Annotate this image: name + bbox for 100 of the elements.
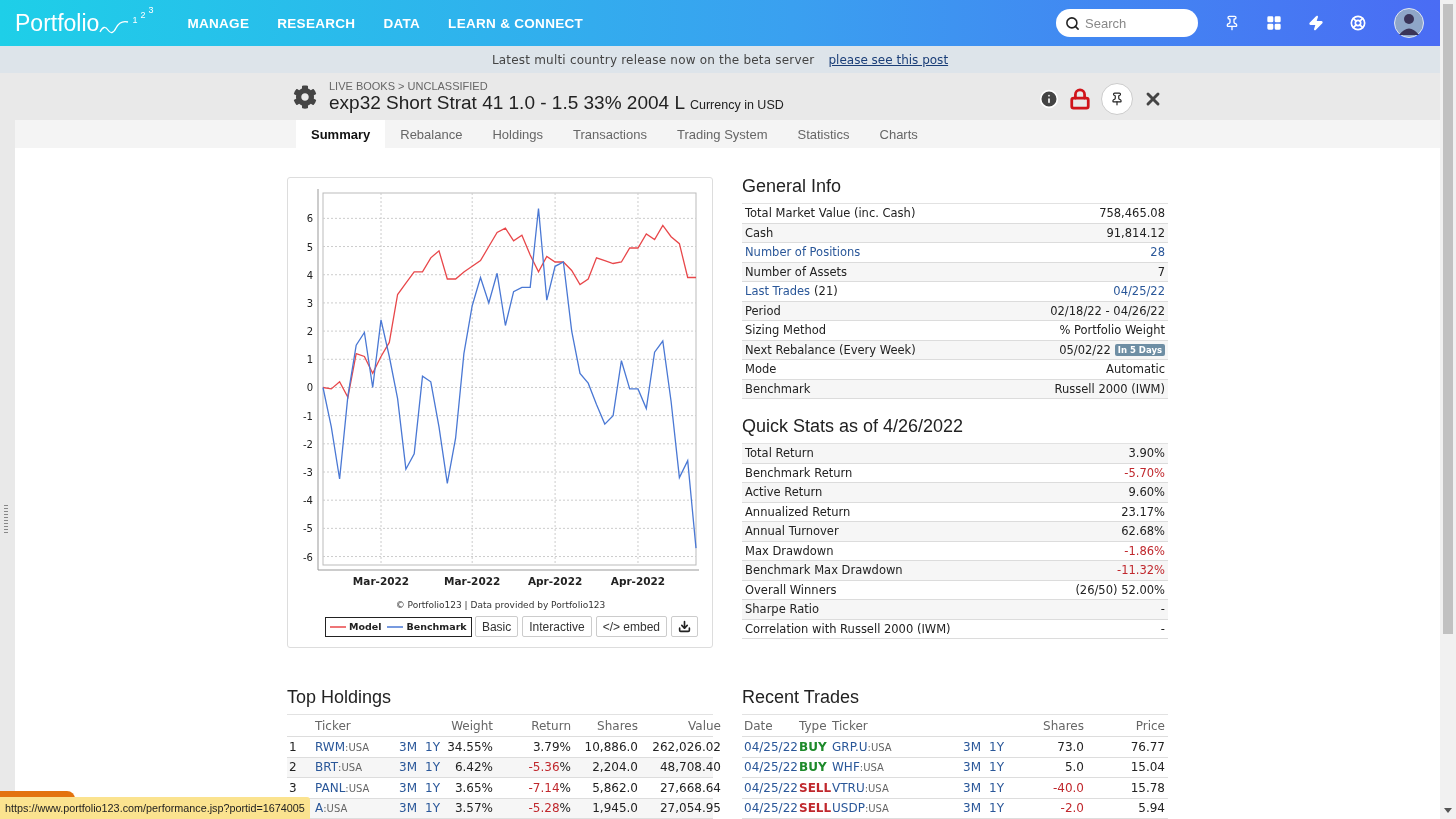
- info-label: Total Market Value (inc. Cash): [745, 206, 916, 221]
- return-value: 3.79: [532, 739, 560, 754]
- period-link[interactable]: 3M: [399, 760, 417, 775]
- trade-date[interactable]: 04/25/22: [744, 780, 799, 795]
- resize-grip[interactable]: [4, 505, 8, 533]
- stat-value: -1.86%: [1124, 543, 1165, 558]
- tab[interactable]: Trading System: [661, 120, 783, 148]
- period-link[interactable]: 3M: [399, 780, 417, 795]
- ticker-link[interactable]: RWM: [315, 739, 346, 754]
- ticker-link[interactable]: USDP: [832, 801, 865, 816]
- period-link[interactable]: 3M: [963, 760, 981, 775]
- download-button[interactable]: [671, 616, 698, 637]
- announcement-link[interactable]: please see this post: [828, 52, 949, 67]
- info-value: 91,814.12: [1106, 225, 1165, 240]
- scrollbar-thumb[interactable]: [1443, 4, 1453, 634]
- settings-icon[interactable]: [293, 84, 317, 109]
- y-axis-label: 2: [306, 326, 313, 338]
- info-value[interactable]: 04/25/22: [1113, 284, 1165, 299]
- info-label: Benchmark: [745, 381, 811, 396]
- ticker-link[interactable]: PANL: [315, 780, 346, 795]
- exchange-label: :USA: [323, 803, 348, 815]
- info-value: Automatic: [1106, 362, 1165, 377]
- info-label: Number of Assets: [745, 264, 848, 279]
- exchange-label: :USA: [338, 762, 363, 774]
- period-link[interactable]: 3M: [963, 739, 981, 754]
- table-cell-text: 262,026.02: [651, 739, 721, 754]
- ticker-link[interactable]: GRP.U: [832, 739, 868, 754]
- tab[interactable]: Holdings: [477, 120, 558, 148]
- chart-button[interactable]: Interactive: [522, 616, 592, 637]
- trade-date[interactable]: 04/25/22: [744, 801, 799, 816]
- trade-date[interactable]: 04/25/22: [744, 760, 799, 775]
- exchange-label: :USA: [859, 762, 884, 774]
- table-cell-text: 10,886.0: [583, 739, 638, 754]
- return-value: -5.36: [528, 760, 560, 775]
- period-link[interactable]: 3M: [963, 780, 981, 795]
- search-icon: [1065, 16, 1080, 31]
- info-label: Sizing Method: [745, 323, 827, 338]
- period-link[interactable]: 1Y: [425, 739, 440, 754]
- stat-label: Total Return: [745, 446, 814, 461]
- ticker-link[interactable]: A: [315, 801, 324, 816]
- ticker-link[interactable]: WHF: [832, 760, 860, 775]
- percent-sign: %: [559, 760, 571, 775]
- scroll-down-icon[interactable]: [1444, 808, 1452, 813]
- period-link[interactable]: 3M: [399, 801, 417, 816]
- pin-icon[interactable]: [1224, 15, 1240, 31]
- period-link[interactable]: 1Y: [989, 780, 1004, 795]
- table-cell-text: 73.0: [1056, 739, 1084, 754]
- trade-type: BUY: [799, 739, 828, 754]
- ticker-link[interactable]: BRT: [315, 760, 339, 775]
- grid-icon[interactable]: [1266, 15, 1282, 31]
- legend-label: Model: [349, 621, 382, 632]
- stat-label: Active Return: [745, 485, 823, 500]
- pin-button[interactable]: [1101, 82, 1133, 115]
- lifebuoy-icon[interactable]: [1350, 15, 1366, 31]
- download-icon: [678, 620, 691, 633]
- stat-value: -: [1160, 602, 1165, 617]
- table-cell-text: 5,862.0: [591, 780, 638, 795]
- y-axis-label: -5: [303, 523, 313, 535]
- lightning-icon[interactable]: [1308, 15, 1324, 31]
- chart-button[interactable]: Basic: [474, 616, 519, 637]
- stat-value: 3.90%: [1128, 446, 1165, 461]
- stat-label: Overall Winners: [745, 582, 837, 597]
- lock-icon[interactable]: [1069, 87, 1091, 110]
- ticker-link[interactable]: VTRU: [832, 780, 865, 795]
- info-value[interactable]: 28: [1150, 245, 1165, 260]
- period-link[interactable]: 1Y: [989, 760, 1004, 775]
- exchange-label: :USA: [864, 782, 889, 794]
- trade-type: SELL: [799, 801, 832, 816]
- info-link[interactable]: Last Trades: [745, 284, 811, 299]
- info-label: Next Rebalance (Every Week): [745, 342, 916, 357]
- period-link[interactable]: 1Y: [425, 801, 440, 816]
- tab[interactable]: Transactions: [558, 120, 662, 148]
- period-link[interactable]: 1Y: [989, 801, 1004, 816]
- tab[interactable]: Statistics: [782, 120, 865, 148]
- period-link[interactable]: 3M: [399, 739, 417, 754]
- chart-button[interactable]: </> embed: [595, 616, 667, 637]
- tab[interactable]: Charts: [864, 120, 933, 148]
- exchange-label: :USA: [345, 741, 370, 753]
- y-axis-label: -6: [303, 551, 313, 563]
- period-link[interactable]: 1Y: [989, 739, 1004, 754]
- column-header: Price: [1134, 718, 1165, 733]
- period-link[interactable]: 1Y: [425, 760, 440, 775]
- table-cell-text: 3.65%: [453, 780, 493, 795]
- trade-date[interactable]: 04/25/22: [744, 739, 799, 754]
- info-link[interactable]: Number of Positions: [745, 245, 861, 260]
- x-axis-label: Apr-2022: [527, 575, 583, 587]
- period-link[interactable]: 3M: [963, 801, 981, 816]
- column-header: Ticker: [315, 718, 352, 733]
- status-url: https://www.portfolio123.com/performance.jsp?portid=1674005: [0, 797, 310, 819]
- info-label: Period: [745, 303, 781, 318]
- tab[interactable]: Summary: [296, 120, 386, 148]
- percent-sign: %: [559, 780, 571, 795]
- tab[interactable]: Rebalance: [385, 120, 478, 148]
- info-icon[interactable]: [1039, 88, 1059, 109]
- y-axis-label: -2: [303, 438, 313, 450]
- y-axis-label: -4: [303, 495, 313, 507]
- avatar[interactable]: [1394, 8, 1424, 38]
- search-field[interactable]: Search: [1056, 9, 1198, 37]
- info-value: % Portfolio Weight: [1059, 323, 1165, 338]
- period-link[interactable]: 1Y: [425, 780, 440, 795]
